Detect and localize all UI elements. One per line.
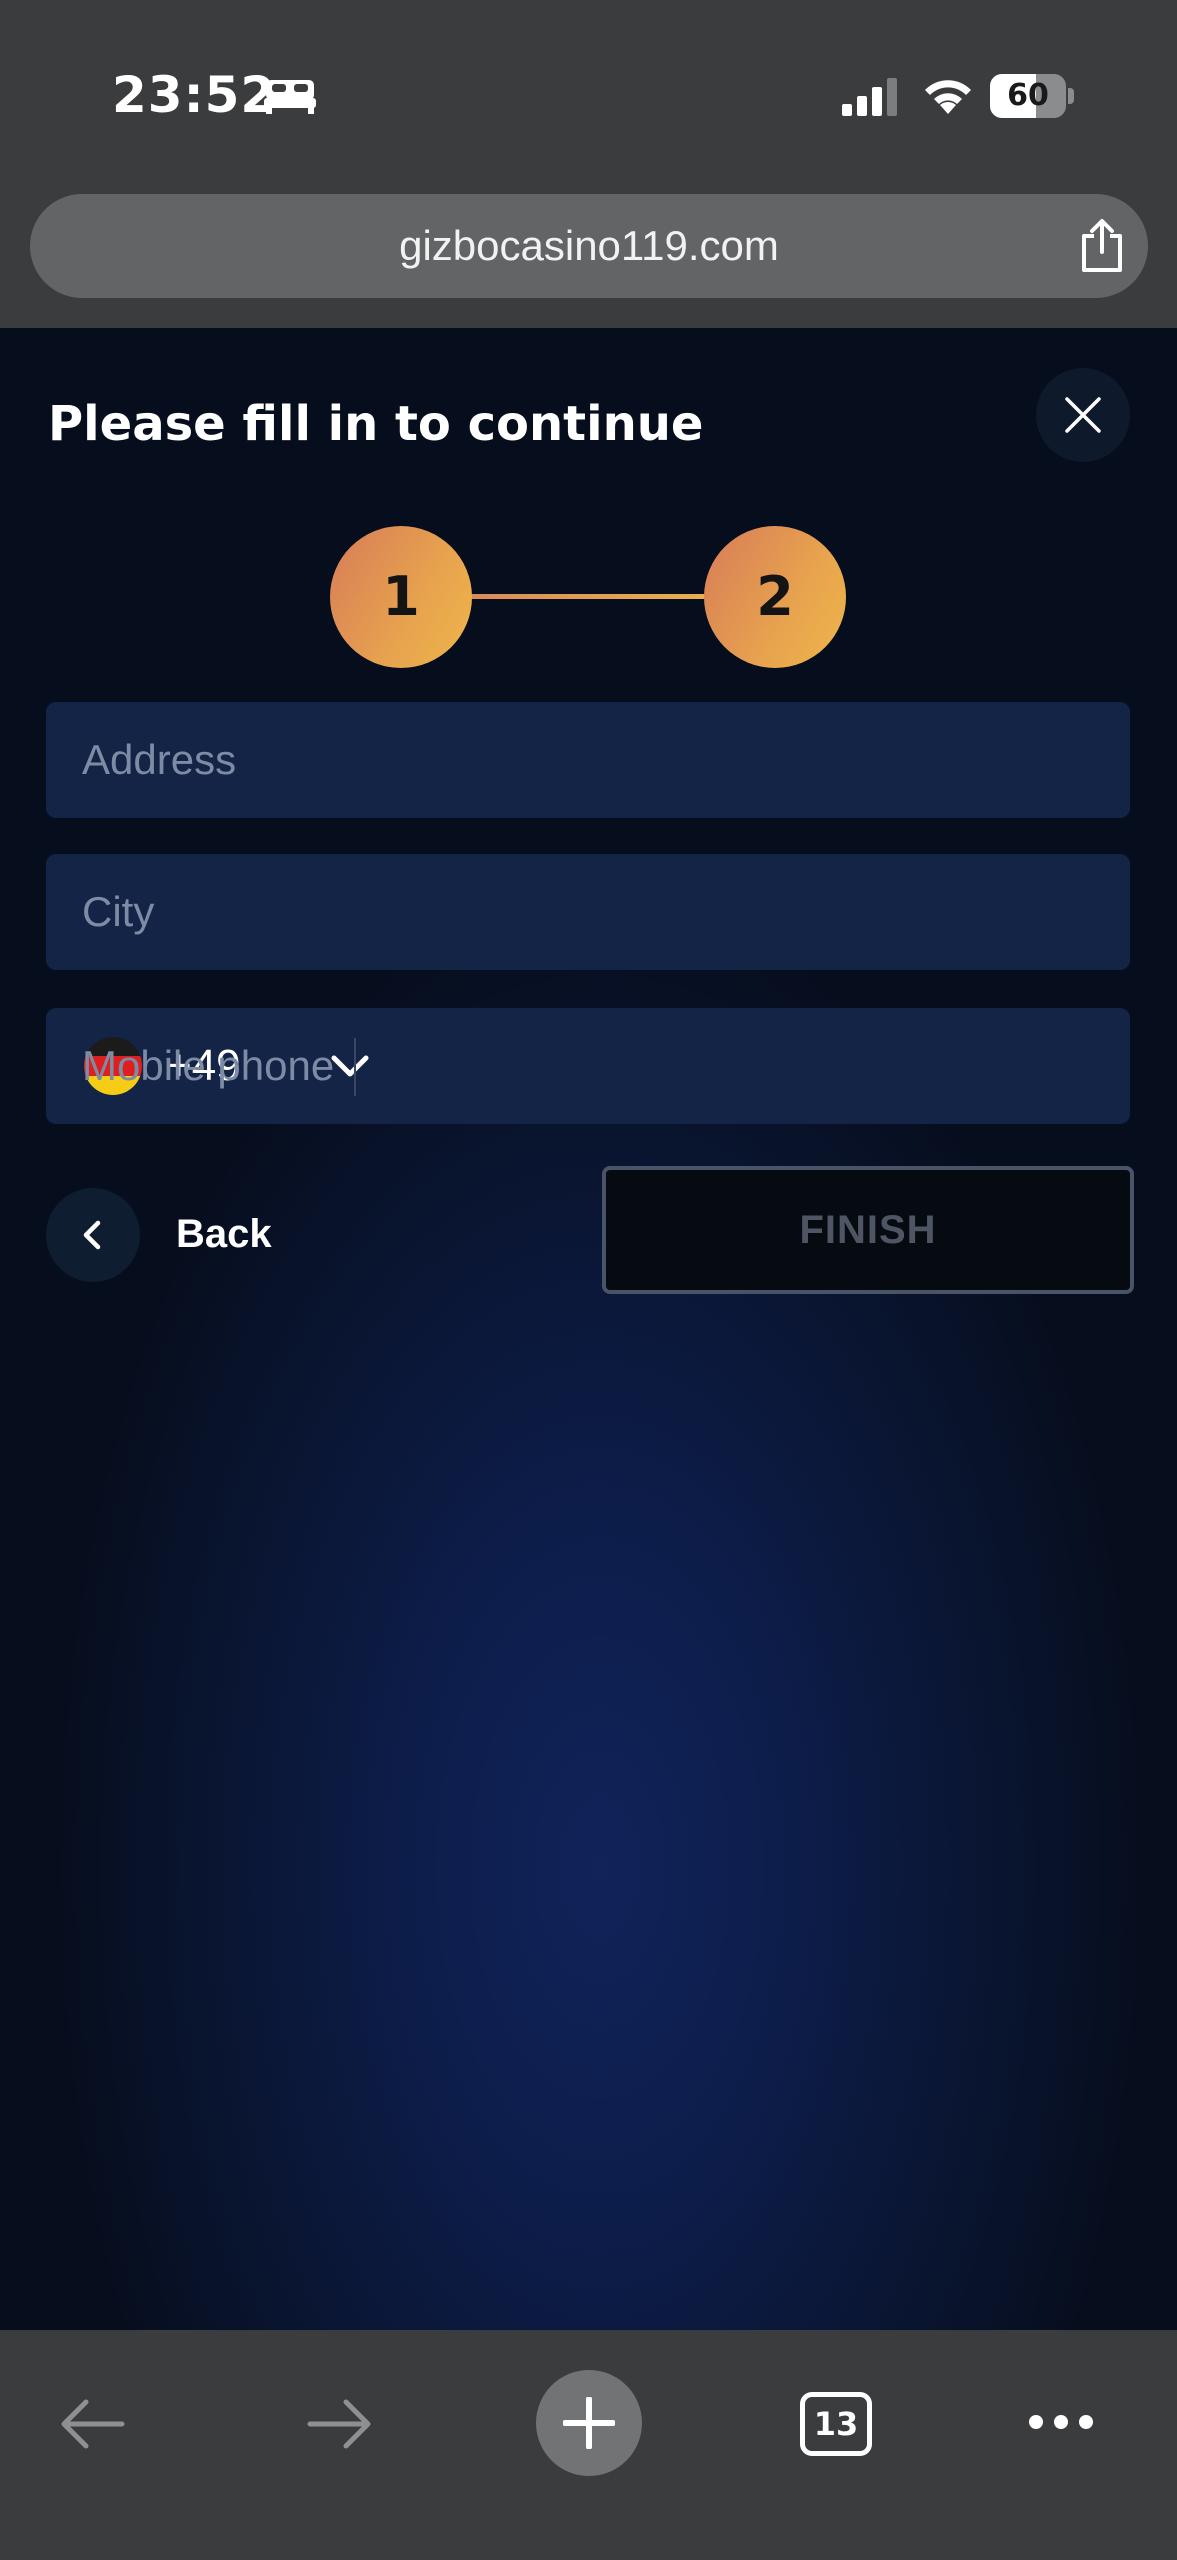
address-bar[interactable]: gizbocasino119.com: [30, 194, 1148, 298]
step-connector: [466, 594, 710, 599]
back-circle[interactable]: [46, 1188, 140, 1282]
battery-level: 60: [1007, 78, 1049, 113]
url-text[interactable]: gizbocasino119.com: [30, 194, 1148, 298]
signal-icon: [842, 78, 897, 116]
close-icon[interactable]: [1063, 395, 1103, 435]
mobile-phone-input[interactable]: [46, 1008, 1130, 1124]
bed-icon: [264, 80, 316, 114]
back-button[interactable]: Back: [46, 1184, 306, 1284]
close-button[interactable]: [1036, 368, 1130, 462]
plus-icon[interactable]: [563, 2397, 615, 2449]
finish-button[interactable]: FINISH: [602, 1166, 1134, 1294]
share-icon[interactable]: [1076, 218, 1128, 274]
page-title: Please fill in to continue: [48, 396, 704, 452]
phone-field-wrapper: +49: [46, 1008, 1130, 1124]
city-input[interactable]: [46, 854, 1130, 970]
registration-modal: Please fill in to continue 1 2 +49: [0, 328, 1177, 2330]
address-field-wrapper: [46, 702, 1130, 818]
step-1: 1: [330, 526, 472, 668]
browser-toolbar: 13: [0, 2330, 1177, 2560]
more-icon[interactable]: [1026, 2410, 1096, 2434]
address-input[interactable]: [46, 702, 1130, 818]
battery-icon: 60: [990, 74, 1074, 118]
step-2: 2: [704, 526, 846, 668]
back-label[interactable]: Back: [176, 1184, 272, 1284]
chevron-left-icon[interactable]: [76, 1218, 110, 1252]
step-indicator: 1 2: [330, 526, 846, 668]
city-field-wrapper: [46, 854, 1130, 970]
status-time: 23:52: [112, 66, 277, 124]
wifi-icon: [925, 80, 971, 114]
back-arrow-icon[interactable]: [56, 2396, 128, 2452]
status-bar: 23:52 60: [0, 0, 1177, 190]
tabs-button[interactable]: 13: [800, 2392, 872, 2456]
forward-arrow-icon[interactable]: [304, 2396, 376, 2452]
new-tab-button[interactable]: [536, 2370, 642, 2476]
